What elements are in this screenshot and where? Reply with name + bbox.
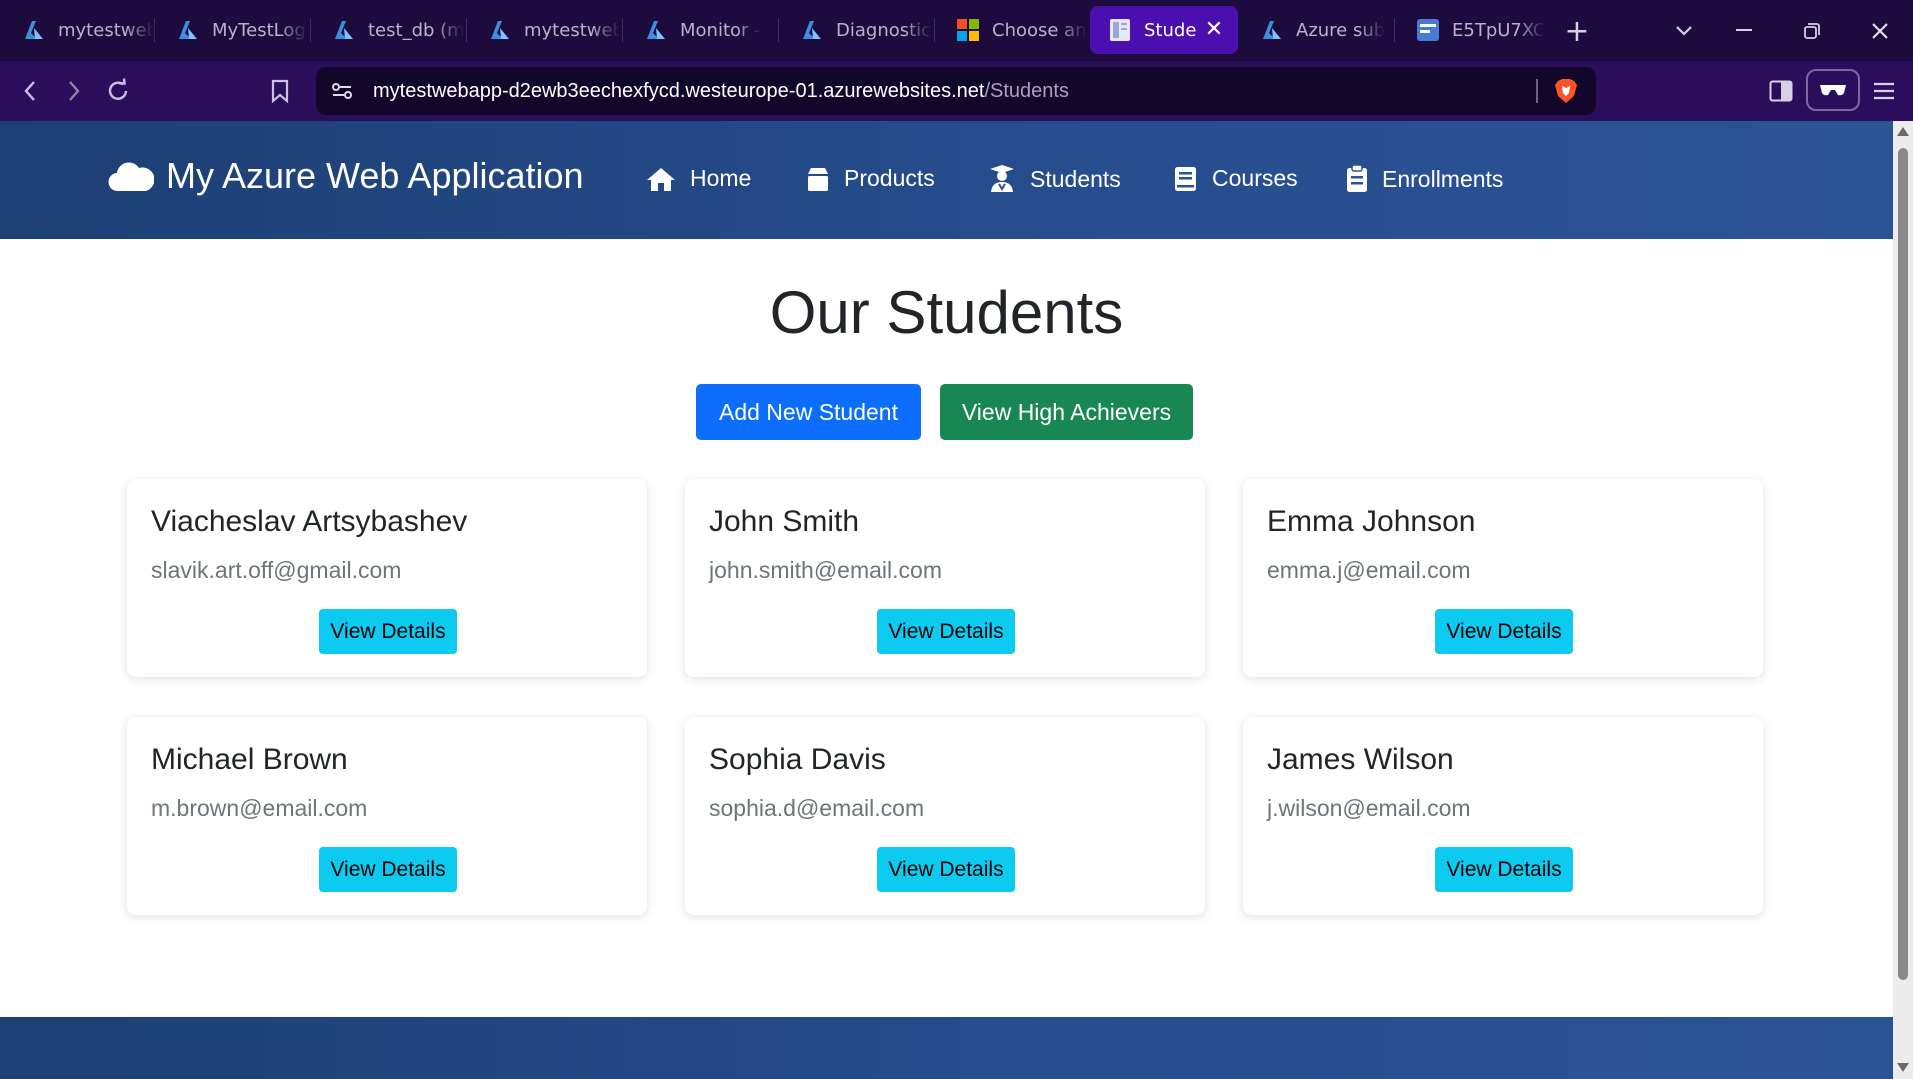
browser-tab-bar: mytestwebapp MyTestLogs test_db (my myte…	[0, 0, 1913, 61]
site-header: My Azure Web Application Home Products S…	[0, 121, 1893, 239]
student-email: slavik.art.off@gmail.com	[151, 557, 402, 583]
student-email: m.brown@email.com	[151, 795, 368, 821]
restore-icon[interactable]	[1794, 14, 1830, 48]
brand-title: My Azure Web Application	[166, 155, 584, 196]
student-card: James Wilson j.wilson@email.com View Det…	[1243, 717, 1763, 915]
azure-icon	[644, 18, 668, 42]
student-email: j.wilson@email.com	[1267, 795, 1471, 821]
browser-tab[interactable]: mytestwebapp	[470, 6, 620, 54]
azure-icon	[488, 18, 512, 42]
browser-tab-active[interactable]: Stude ✕	[1090, 6, 1238, 54]
back-icon[interactable]	[12, 73, 48, 109]
browser-tab[interactable]: Diagnostics	[782, 6, 932, 54]
student-card: John Smith john.smith@email.com View Det…	[685, 479, 1205, 677]
nav-home[interactable]: Home	[646, 165, 751, 192]
view-details-button[interactable]: View Details	[319, 847, 457, 892]
view-details-button[interactable]: View Details	[877, 609, 1015, 654]
student-name: Emma Johnson	[1267, 505, 1476, 538]
student-card: Michael Brown m.brown@email.com View Det…	[127, 717, 647, 915]
student-name: Viacheslav Artsybashev	[151, 505, 468, 538]
azure-icon	[800, 18, 824, 42]
azure-icon	[176, 18, 200, 42]
student-name: John Smith	[709, 505, 860, 538]
browser-toolbar: mytestwebapp-d2ewb3eechexfycd.westeurope…	[0, 61, 1913, 121]
browser-tab[interactable]: test_db (my	[314, 6, 464, 54]
home-icon	[647, 167, 675, 191]
book-icon	[1175, 166, 1196, 191]
student-card: Viacheslav Artsybashev slavik.art.off@gm…	[127, 479, 647, 677]
browser-tab[interactable]: E5TpU7XC	[1398, 6, 1548, 54]
bat-icon	[1416, 18, 1440, 42]
view-details-button[interactable]: View Details	[319, 609, 457, 654]
view-high-achievers-button[interactable]: View High Achievers	[940, 384, 1193, 440]
clipboard-icon	[1347, 165, 1367, 192]
add-new-student-button[interactable]: Add New Student	[696, 384, 921, 440]
student-name: James Wilson	[1267, 743, 1454, 776]
bookmark-icon[interactable]	[262, 73, 298, 109]
browser-tab[interactable]: MyTestLogs	[158, 6, 308, 54]
azure-icon	[22, 18, 46, 42]
azure-icon	[1260, 18, 1284, 42]
menu-icon[interactable]	[1866, 73, 1902, 109]
url-host: mytestwebapp-d2ewb3eechexfycd.westeurope…	[373, 79, 985, 102]
url-path: /Students	[984, 79, 1069, 102]
box-icon	[808, 167, 828, 191]
forward-icon[interactable]	[56, 73, 92, 109]
graduate-icon	[990, 165, 1014, 192]
page-scrollbar[interactable]	[1893, 121, 1913, 1079]
page-icon	[1108, 18, 1132, 42]
browser-tab[interactable]: Choose an	[938, 6, 1088, 54]
close-window-icon[interactable]	[1862, 14, 1898, 48]
student-name: Sophia Davis	[709, 743, 886, 776]
brand-link[interactable]: My Azure Web Application	[108, 155, 584, 197]
browser-tab[interactable]: Azure sub	[1242, 6, 1392, 54]
close-tab-icon[interactable]: ✕	[1202, 18, 1226, 42]
scroll-up-icon[interactable]	[1897, 127, 1909, 136]
reload-icon[interactable]	[100, 73, 136, 109]
nav-students[interactable]: Students	[988, 165, 1121, 193]
view-details-button[interactable]: View Details	[1435, 847, 1573, 892]
scroll-down-icon[interactable]	[1897, 1063, 1909, 1072]
student-card: Sophia Davis sophia.d@email.com View Det…	[685, 717, 1205, 915]
azure-icon	[332, 18, 356, 42]
student-card: Emma Johnson emma.j@email.com View Detai…	[1243, 479, 1763, 677]
microsoft-icon	[956, 18, 980, 42]
student-name: Michael Brown	[151, 743, 348, 776]
view-details-button[interactable]: View Details	[877, 847, 1015, 892]
site-footer	[0, 1017, 1893, 1079]
cloud-icon	[108, 162, 154, 192]
minimize-icon[interactable]	[1726, 14, 1762, 48]
browser-tab[interactable]: Monitor -	[626, 6, 776, 54]
student-email: sophia.d@email.com	[709, 795, 925, 821]
tab-search-chevron-icon[interactable]	[1667, 14, 1701, 48]
student-email: emma.j@email.com	[1267, 557, 1471, 583]
nav-courses[interactable]: Courses	[1174, 165, 1298, 192]
view-details-button[interactable]: View Details	[1435, 609, 1573, 654]
scroll-thumb[interactable]	[1898, 148, 1908, 980]
address-bar[interactable]: mytestwebapp-d2ewb3eechexfycd.westeurope…	[316, 67, 1596, 115]
nav-enrollments[interactable]: Enrollments	[1346, 165, 1503, 193]
page-title: Our Students	[769, 279, 1124, 346]
nav-products[interactable]: Products	[806, 165, 935, 192]
browser-tab[interactable]: mytestwebapp	[4, 6, 154, 54]
sidebar-toggle-icon[interactable]	[1763, 73, 1799, 109]
site-settings-icon[interactable]	[330, 79, 354, 107]
new-tab-icon[interactable]: +	[1560, 14, 1594, 49]
reader-mode-icon[interactable]	[1806, 69, 1860, 111]
student-email: john.smith@email.com	[709, 557, 942, 583]
brave-shield-icon[interactable]	[1554, 78, 1578, 108]
